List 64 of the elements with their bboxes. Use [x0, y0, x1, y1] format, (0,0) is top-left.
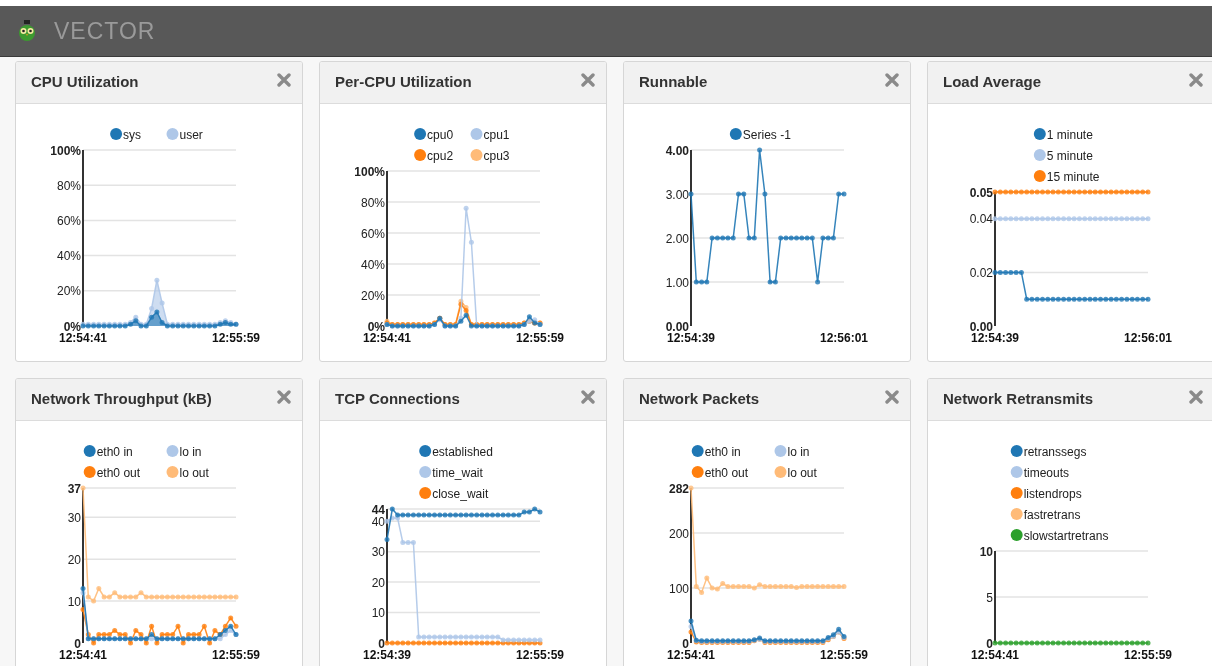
y-tick-label: 60%: [56, 213, 81, 228]
y-tick-label: 10: [371, 606, 385, 621]
x-tick-label: 12:54:41: [667, 648, 715, 662]
x-tick-label: 12:55:59: [820, 648, 868, 662]
y-tick-label: 100%: [50, 143, 81, 158]
x-tick-label: 12:54:39: [363, 648, 411, 662]
card-title: TCP Connections: [335, 389, 460, 410]
y-tick-label: 100: [668, 581, 689, 596]
app-title: VECTOR: [54, 16, 156, 46]
y-tick-label: 0: [378, 636, 385, 651]
card-title: Network Throughput (kB): [31, 389, 212, 410]
x-tick-label: 12:55:59: [212, 331, 260, 345]
x-tick-label: 12:55:59: [516, 331, 564, 345]
y-tick-label: 0: [986, 636, 993, 651]
y-tick-label: 0.00: [665, 319, 689, 334]
y-tick-label: 5: [986, 590, 993, 605]
card-title: Network Packets: [639, 389, 760, 410]
card-title: CPU Utilization: [31, 72, 139, 93]
y-tick-label: 10: [67, 594, 81, 609]
y-tick-label: 0.00: [969, 319, 993, 334]
y-tick-label: 2.00: [665, 231, 689, 246]
x-tick-label: 12:54:41: [59, 331, 107, 345]
y-tick-label: 20: [371, 575, 385, 590]
y-tick-label: 60%: [360, 226, 385, 241]
x-tick-label: 12:55:59: [212, 648, 260, 662]
y-tick-label: 0: [682, 636, 689, 651]
y-tick-label: 80%: [360, 195, 385, 210]
y-tick-label: 20: [67, 552, 81, 567]
y-tick-label: 282: [668, 481, 689, 496]
card-title: Load Average: [943, 72, 1042, 93]
x-tick-label: 12:54:41: [971, 648, 1019, 662]
x-tick-label: 12:56:01: [820, 331, 868, 345]
x-tick-label: 12:54:41: [59, 648, 107, 662]
y-tick-label: 0: [74, 636, 81, 651]
y-tick-label: 40: [371, 514, 385, 529]
y-tick-label: 37: [67, 481, 81, 496]
y-tick-label: 40%: [360, 257, 385, 272]
x-tick-label: 12:55:59: [516, 648, 564, 662]
y-tick-label: 30: [371, 545, 385, 560]
y-tick-label: 0%: [63, 319, 81, 334]
y-tick-label: 20%: [56, 284, 81, 299]
y-tick-label: 200: [668, 526, 689, 541]
x-tick-label: 12:54:41: [363, 331, 411, 345]
card-title: Runnable: [639, 72, 708, 93]
x-tick-label: 12:54:39: [667, 331, 715, 345]
card-title: Per-CPU Utilization: [335, 72, 472, 93]
x-tick-label: 12:54:39: [971, 331, 1019, 345]
y-tick-label: 20%: [360, 288, 385, 303]
x-tick-label: 12:55:59: [1124, 648, 1172, 662]
y-tick-label: 1.00: [665, 275, 689, 290]
y-tick-label: 0.04: [969, 212, 993, 227]
y-tick-label: 100%: [354, 164, 385, 179]
y-tick-label: 10: [979, 544, 993, 559]
y-tick-label: 0.05: [969, 185, 993, 200]
y-tick-label: 30: [67, 510, 81, 525]
y-tick-label: 44: [371, 502, 385, 517]
card-title: Network Retransmits: [943, 389, 1094, 410]
y-tick-label: 40%: [56, 249, 81, 264]
y-tick-label: 0%: [367, 319, 385, 334]
y-tick-label: 4.00: [665, 143, 689, 158]
y-tick-label: 80%: [56, 178, 81, 193]
y-tick-label: 3.00: [665, 187, 689, 202]
y-tick-label: 0.02: [969, 265, 993, 280]
x-tick-label: 12:56:01: [1124, 331, 1172, 345]
